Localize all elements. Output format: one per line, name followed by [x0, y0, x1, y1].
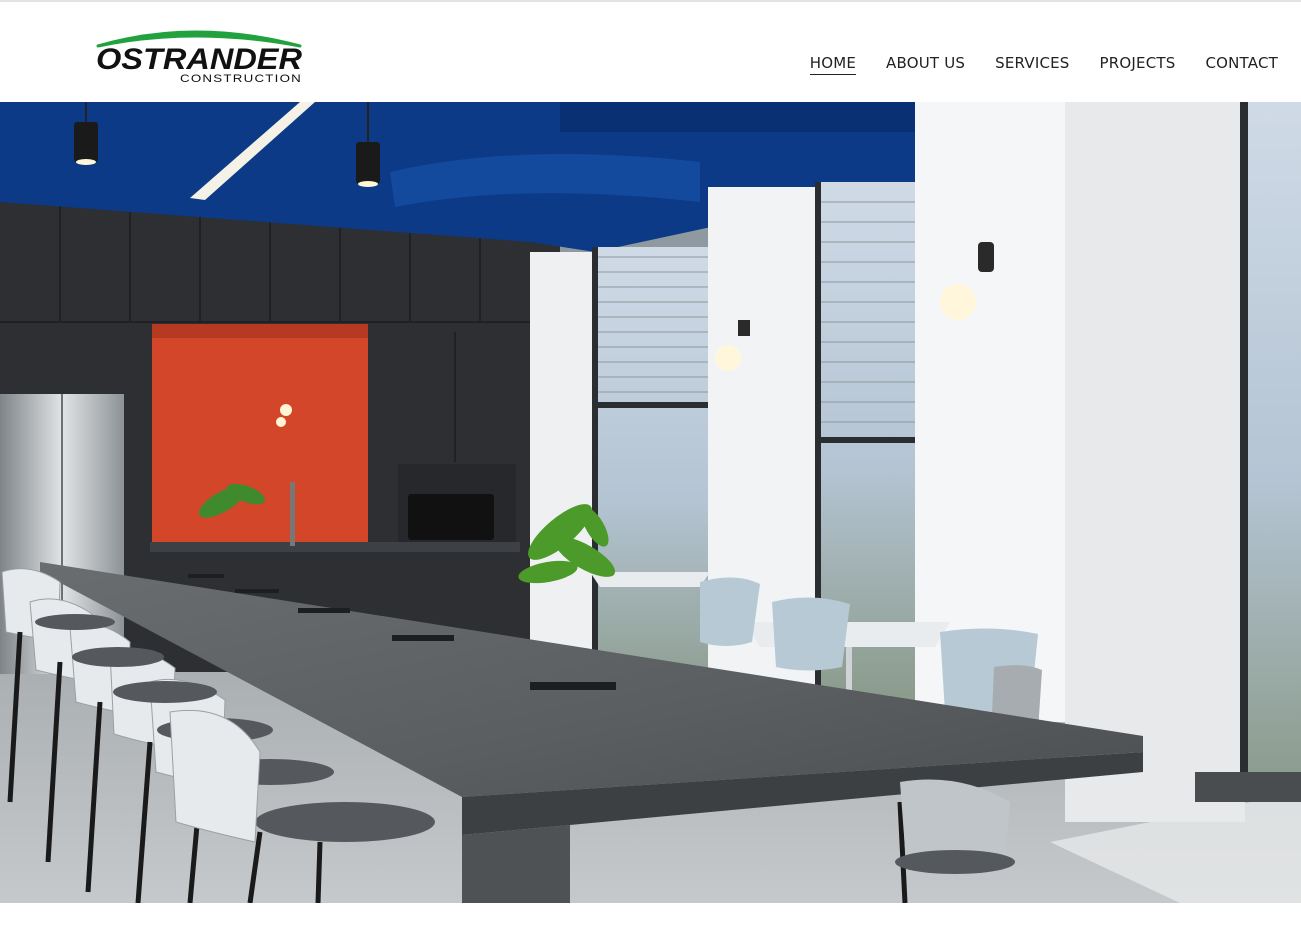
- counter: [150, 542, 520, 552]
- nav-about-us[interactable]: ABOUT US: [886, 54, 965, 75]
- window-sill: [1195, 772, 1301, 802]
- nav-home[interactable]: HOME: [809, 54, 857, 75]
- logo-tagline: CONSTRUCTION: [180, 73, 302, 85]
- ostrander-logo: OSTRANDER CONSTRUCTION: [96, 30, 302, 85]
- ceiling-beam: [560, 102, 920, 132]
- faucet: [290, 482, 295, 546]
- logo-wordmark: OSTRANDER: [96, 43, 302, 76]
- nav-services[interactable]: SERVICES: [995, 54, 1069, 75]
- window-right: [1245, 102, 1301, 792]
- nav-contact[interactable]: CONTACT: [1205, 54, 1278, 75]
- orange-backsplash: [152, 324, 368, 546]
- island-table-base: [462, 825, 570, 903]
- nav-projects[interactable]: PROJECTS: [1100, 54, 1176, 75]
- hero-image: [0, 102, 1301, 903]
- site-logo-link[interactable]: OSTRANDER CONSTRUCTION: [94, 24, 306, 86]
- site-header: OSTRANDER CONSTRUCTION HOME ABOUT US SER…: [0, 2, 1301, 102]
- column-3: [1065, 102, 1245, 822]
- microwave: [408, 494, 494, 540]
- window-left: [595, 247, 715, 707]
- hero-photo-illustration: [0, 102, 1301, 903]
- main-nav: HOME ABOUT US SERVICES PROJECTS CONTACT: [809, 54, 1278, 75]
